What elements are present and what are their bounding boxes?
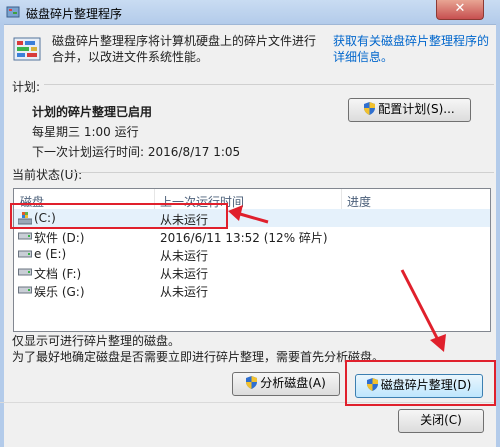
note-analyze-first: 为了最好地确定磁盘是否需要立即进行碎片整理，需要首先分析磁盘。 (12, 350, 385, 364)
intro-description: 磁盘碎片整理程序将计算机硬盘上的碎片文件进行合并，以改进文件系统性能。 (52, 34, 317, 64)
disk-row-f[interactable]: 文档 (F:) 从未运行 (14, 263, 490, 281)
window-close-button[interactable]: ✕ (436, 0, 484, 20)
schedule-status: 计划的碎片整理已启用 (32, 105, 153, 119)
column-divider[interactable] (341, 189, 342, 209)
configure-schedule-button[interactable]: 配置计划(S)... (348, 98, 471, 122)
analyze-disk-label: 分析磁盘(A) (260, 376, 326, 390)
window-frame-right (496, 24, 500, 447)
disk-name: e (E:) (34, 247, 67, 261)
disk-last-run: 从未运行 (160, 267, 209, 281)
note-defraggable-only: 仅显示可进行碎片整理的磁盘。 (12, 334, 181, 348)
configure-schedule-label: 配置计划(S)... (378, 102, 455, 116)
uac-shield-icon (364, 102, 376, 115)
drive-icon (18, 232, 32, 240)
help-link[interactable]: 获取有关磁盘碎片整理程序的详细信息。 (333, 33, 493, 65)
current-status-label: 当前状态(U): (12, 168, 83, 182)
window-title: 磁盘碎片整理程序 (26, 7, 123, 21)
drive-icon (18, 250, 32, 258)
drive-icon (18, 286, 32, 294)
defrag-app-icon (6, 6, 20, 18)
drive-icon (18, 268, 32, 276)
status-divider (70, 172, 494, 173)
uac-shield-icon (246, 376, 258, 389)
disk-name: 娱乐 (G:) (34, 285, 85, 299)
disk-last-run: 2016/6/11 13:52 (12% 碎片) (160, 231, 328, 245)
annotation-highlight-drive-c (10, 203, 228, 229)
close-button[interactable]: 关闭(C) (398, 409, 484, 433)
window-frame-left (0, 24, 4, 447)
disk-name: 软件 (D:) (34, 231, 85, 245)
disk-last-run: 从未运行 (160, 249, 209, 263)
disk-row-e[interactable]: e (E:) 从未运行 (14, 245, 490, 263)
schedule-next-run: 下一次计划运行时间: 2016/8/17 1:05 (32, 145, 241, 159)
defrag-header-icon (13, 37, 41, 61)
disk-row-g[interactable]: 娱乐 (G:) 从未运行 (14, 281, 490, 299)
disk-name: 文档 (F:) (34, 267, 82, 281)
schedule-frequency: 每星期三 1:00 运行 (32, 125, 139, 139)
schedule-divider (44, 84, 494, 85)
annotation-highlight-defrag-button (345, 360, 496, 406)
schedule-section-label: 计划: (12, 80, 41, 94)
column-progress[interactable]: 进度 (347, 193, 371, 210)
analyze-disk-button[interactable]: 分析磁盘(A) (232, 372, 340, 396)
disk-last-run: 从未运行 (160, 285, 209, 299)
disk-row-d[interactable]: 软件 (D:) 2016/6/11 13:52 (12% 碎片) (14, 227, 490, 245)
